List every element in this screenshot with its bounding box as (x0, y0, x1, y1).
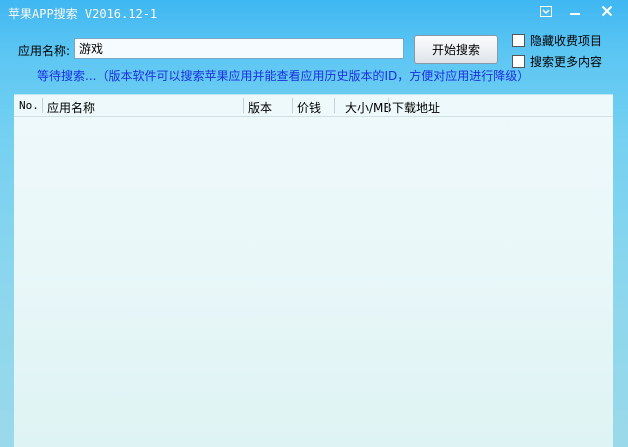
column-header-size[interactable]: 大小/MB (345, 99, 392, 116)
column-header-app-name[interactable]: 应用名称 (47, 99, 95, 116)
hide-paid-label: 隐藏收费项目 (530, 34, 603, 48)
app-window: 苹果APP搜索 V2016.12-1 应用名称: 开始搜索 隐藏收费项目 搜索更… (0, 0, 628, 447)
menu-icon (540, 5, 552, 17)
start-search-button[interactable]: 开始搜索 (414, 35, 498, 64)
column-divider[interactable] (334, 98, 335, 113)
results-list[interactable]: No. 应用名称 版本 价钱 大小/MB 下载地址 (14, 94, 613, 447)
column-divider[interactable] (243, 98, 244, 113)
close-icon (601, 5, 613, 17)
checkbox-box[interactable] (512, 34, 525, 47)
list-header: No. 应用名称 版本 价钱 大小/MB 下载地址 (14, 95, 613, 117)
app-name-input[interactable] (74, 38, 404, 59)
search-more-label: 搜索更多内容 (530, 55, 603, 69)
column-header-price[interactable]: 价钱 (297, 99, 321, 116)
app-name-label: 应用名称: (18, 44, 71, 58)
status-message: 等待搜索...（版本软件可以搜索苹果应用并能查看应用历史版本的ID，方便对应用进… (37, 69, 530, 83)
column-divider[interactable] (292, 98, 293, 113)
column-header-no[interactable]: No. (19, 99, 39, 112)
close-button[interactable] (593, 1, 621, 21)
column-divider[interactable] (388, 98, 389, 113)
minimize-icon (570, 12, 580, 15)
column-header-version[interactable]: 版本 (248, 99, 272, 116)
column-header-download-url[interactable]: 下载地址 (392, 99, 440, 116)
menu-button[interactable] (532, 1, 560, 21)
column-divider[interactable] (42, 98, 43, 113)
minimize-button[interactable] (561, 1, 589, 21)
hide-paid-checkbox[interactable]: 隐藏收费项目 (512, 32, 602, 49)
window-title: 苹果APP搜索 V2016.12-1 (8, 7, 158, 21)
title-bar[interactable]: 苹果APP搜索 V2016.12-1 (0, 0, 628, 26)
